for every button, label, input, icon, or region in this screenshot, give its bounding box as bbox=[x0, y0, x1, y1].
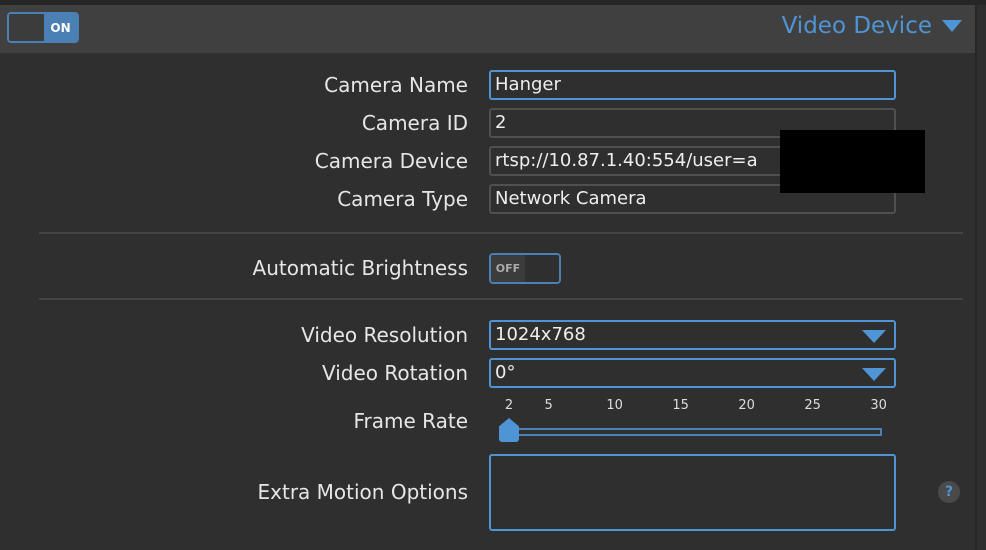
section-title-text: Video Device bbox=[781, 13, 932, 39]
camera-type-label: Camera Type bbox=[337, 187, 468, 211]
chevron-down-icon bbox=[942, 20, 962, 32]
selected-value: 1024x768 bbox=[495, 324, 586, 345]
divider bbox=[39, 232, 963, 234]
camera-name-input[interactable]: Hanger bbox=[489, 70, 896, 100]
frame-rate-slider-track[interactable] bbox=[505, 428, 882, 436]
toggle-label: OFF bbox=[491, 255, 525, 282]
camera-device-label: Camera Device bbox=[314, 149, 468, 173]
frame-rate-tick: 25 bbox=[804, 398, 821, 413]
camera-id-label: Camera ID bbox=[361, 111, 468, 135]
video-rotation-label: Video Rotation bbox=[321, 361, 468, 385]
toggle-knob bbox=[525, 255, 559, 282]
auto-brightness-label: Automatic Brightness bbox=[252, 256, 468, 280]
frame-rate-tick: 2 bbox=[504, 398, 514, 413]
divider bbox=[39, 298, 963, 300]
extra-motion-label: Extra Motion Options bbox=[257, 480, 468, 504]
video-resolution-select[interactable]: 1024x768 bbox=[489, 320, 896, 350]
auto-brightness-toggle[interactable]: OFF bbox=[489, 253, 561, 284]
frame-rate-tick: 10 bbox=[606, 398, 623, 413]
selected-value: 0° bbox=[495, 362, 516, 383]
camera-name-label: Camera Name bbox=[324, 73, 468, 97]
redaction-box bbox=[780, 130, 925, 193]
help-icon[interactable]: ? bbox=[938, 481, 960, 503]
dropdown-arrow-icon bbox=[862, 368, 886, 381]
frame-rate-slider-thumb[interactable] bbox=[499, 418, 519, 442]
video-resolution-label: Video Resolution bbox=[301, 323, 468, 347]
section-title[interactable]: Video Device bbox=[782, 13, 962, 39]
frame-rate-label: Frame Rate bbox=[353, 409, 468, 433]
toggle-label: ON bbox=[44, 14, 77, 41]
dropdown-arrow-icon bbox=[862, 330, 886, 343]
right-border bbox=[975, 5, 977, 550]
frame-rate-tick: 30 bbox=[870, 398, 887, 413]
device-enable-toggle[interactable]: ON bbox=[7, 12, 79, 43]
frame-rate-tick: 20 bbox=[738, 398, 755, 413]
frame-rate-tick: 15 bbox=[672, 398, 689, 413]
frame-rate-tick: 5 bbox=[544, 398, 553, 413]
toggle-knob bbox=[9, 14, 44, 41]
video-rotation-select[interactable]: 0° bbox=[489, 358, 896, 388]
extra-motion-textarea[interactable] bbox=[489, 454, 896, 531]
